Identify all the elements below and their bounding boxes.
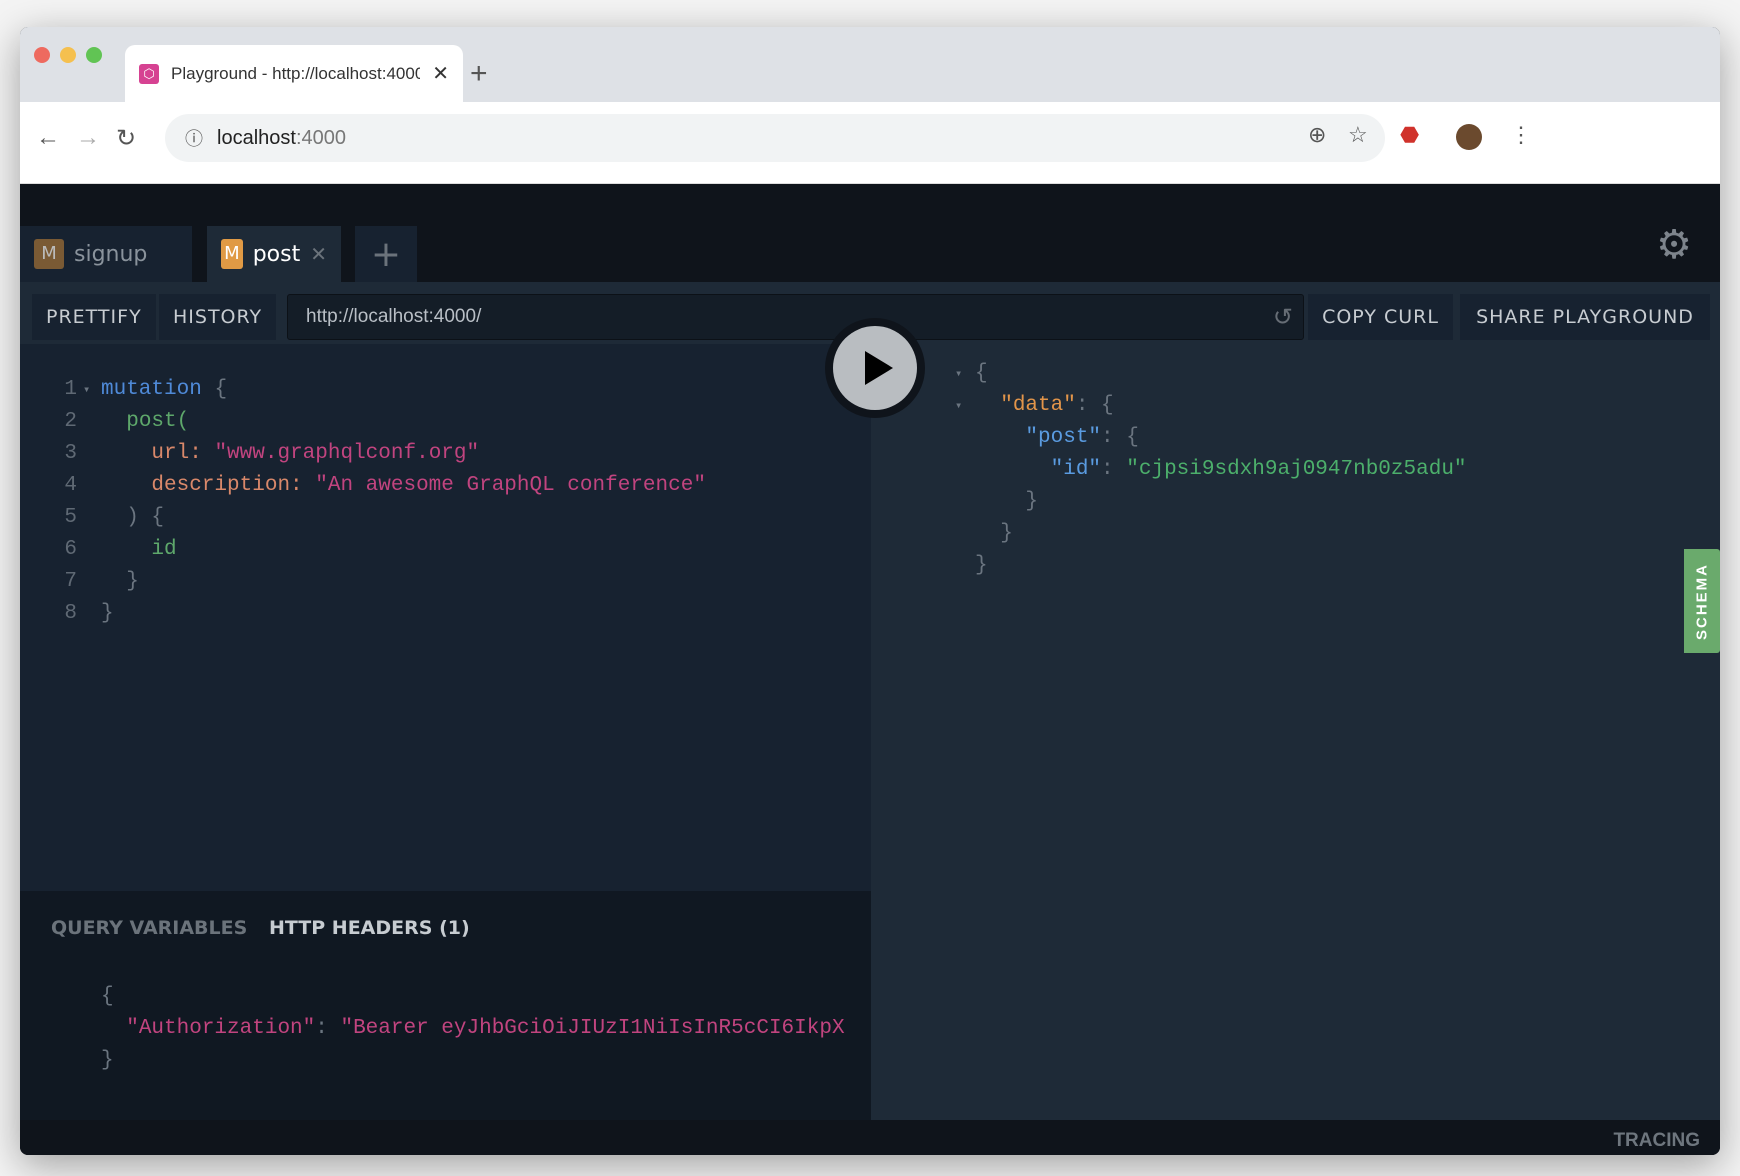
play-icon: [865, 351, 893, 385]
schema-tab[interactable]: SCHEMA: [1684, 549, 1720, 653]
adblock-icon[interactable]: ⬣: [1400, 122, 1419, 148]
variables-panel: QUERY VARIABLES HTTP HEADERS (1) 1{ 2 "A…: [20, 891, 871, 1120]
profile-avatar[interactable]: [1456, 124, 1482, 150]
reload-schema-icon[interactable]: ↺: [1273, 303, 1293, 332]
address-input[interactable]: ⓘ localhost:4000: [165, 114, 1385, 162]
forward-icon[interactable]: →: [76, 124, 100, 152]
graphql-icon: ⬡: [139, 63, 159, 84]
reload-icon[interactable]: ↻: [116, 124, 136, 153]
close-tab-icon[interactable]: ✕: [310, 242, 327, 266]
history-button[interactable]: HISTORY: [159, 294, 277, 340]
query-editor[interactable]: 1 ▾ mutation { post(2 3 url: "www.graphqlc…: [20, 344, 871, 891]
settings-gear-icon[interactable]: ⚙: [1656, 222, 1692, 268]
graphql-playground: M signup M post ✕ + ⚙ PRETTIFY HISTORY h…: [20, 184, 1720, 1155]
execute-query-button[interactable]: [825, 318, 925, 418]
bookmark-star-icon[interactable]: ☆: [1348, 122, 1368, 148]
tracing-button[interactable]: TRACING: [1613, 1130, 1700, 1152]
headers-editor[interactable]: 1{ 2 "Authorization": "Bearer eyJhbGciOi…: [101, 981, 871, 1077]
back-icon[interactable]: ←: [36, 124, 60, 152]
address-bar-row: ← → ↻ ⓘ localhost:4000 ⊕ ☆ ⬣ ⋮: [20, 102, 1720, 184]
copy-curl-button[interactable]: COPY CURL: [1308, 294, 1453, 340]
share-playground-button[interactable]: SHARE PLAYGROUND: [1460, 294, 1710, 340]
close-window-button[interactable]: [34, 47, 50, 63]
mutation-badge: M: [34, 239, 64, 269]
endpoint-input[interactable]: http://localhost:4000/ ↺: [287, 294, 1304, 340]
new-tab-button[interactable]: +: [470, 57, 488, 91]
minimize-window-button[interactable]: [60, 47, 76, 63]
tab-post[interactable]: M post ✕: [207, 226, 341, 282]
tab-http-headers[interactable]: HTTP HEADERS (1): [269, 917, 470, 939]
tab-query-variables[interactable]: QUERY VARIABLES: [51, 917, 247, 939]
zoom-icon[interactable]: ⊕: [1308, 122, 1326, 148]
browser-window: ⬡ Playground - http://localhost:4000 ✕ +…: [20, 27, 1720, 1155]
prettify-button[interactable]: PRETTIFY: [32, 294, 156, 340]
info-icon[interactable]: ⓘ: [185, 125, 203, 151]
result-panel: ▾{ ▾ "data": { "post": { "id": "cjpsi9sd…: [871, 344, 1720, 1120]
footer: TRACING: [20, 1120, 1720, 1155]
mutation-badge: M: [221, 239, 243, 269]
maximize-window-button[interactable]: [86, 47, 102, 63]
menu-icon[interactable]: ⋮: [1510, 122, 1532, 148]
tab-signup[interactable]: M signup: [20, 226, 192, 282]
browser-tab[interactable]: ⬡ Playground - http://localhost:4000 ✕: [125, 45, 463, 102]
close-tab-icon[interactable]: ✕: [432, 61, 449, 86]
add-tab-button[interactable]: +: [355, 226, 417, 282]
